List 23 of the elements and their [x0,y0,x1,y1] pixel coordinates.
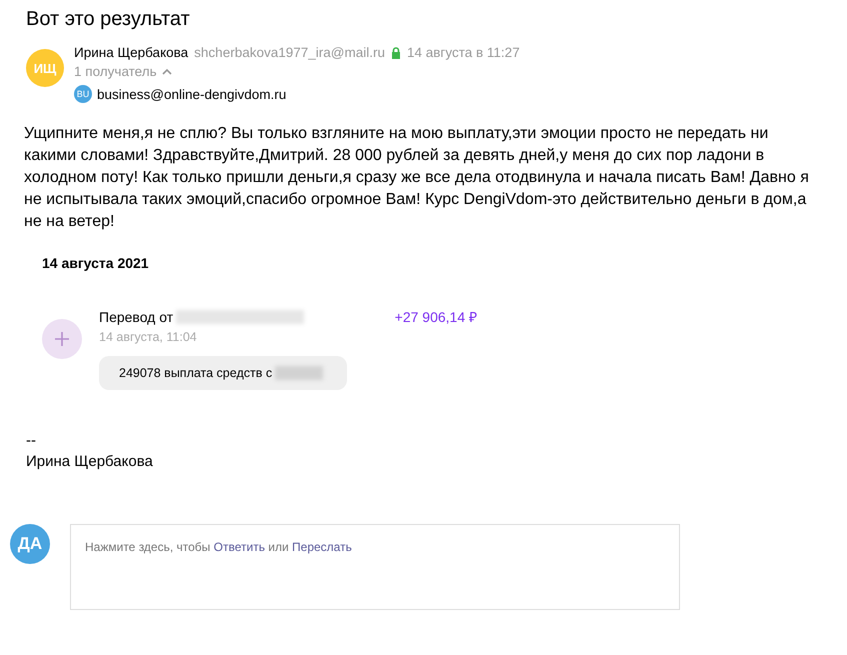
forward-link[interactable]: Переслать [292,540,352,554]
sender-email: shcherbakova1977_ira@mail.ru [194,45,385,60]
signature-dashes: -- [26,431,36,451]
email-subject: Вот это результат [26,8,190,31]
sender-name[interactable]: Ирина Щербакова [74,45,188,60]
message-text: 249078 выплата средств с [119,366,272,380]
reply-link[interactable]: Ответить [214,540,265,554]
redacted-mark [275,366,324,380]
transfer-time: 14 августа, 11:04 [99,330,197,344]
signature-name: Ирина Щербакова [26,452,153,472]
recipient-avatar: BU [74,85,92,103]
plus-icon [42,319,82,359]
email-body: Ущипните меня,я не сплю? Вы только взгляните на мою выплату,эти эмоции просто не передать ни какими словами! Здравствуйте,Дмитрий. 28 000 рублей за девять дней,у меня до сих пор ладони в холодном поту! Как только пришли деньги,я сразу же все дела отодвинула и начала писать Вам! Давно я не испытывала таких эмоций,спасибо огромное Вам! Курс DengiVdom-это действительно деньги в дом,а не на ветер! [24,124,810,232]
reply-hint: Нажмите здесь, чтобы Ответить или Переслать [85,540,352,554]
reply-field[interactable]: Нажмите здесь, чтобы Ответить или Переслать [70,524,680,610]
transfer-title: Перевод от [99,308,174,324]
recipient-email[interactable]: business@online-dengivdom.ru [97,86,286,102]
lock-icon [390,46,401,58]
email-date: 14 августа в 11:27 [406,45,520,60]
user-avatar: ДА [10,524,50,564]
sender-avatar: ИЩ [26,49,64,87]
transfer-amount: +27 906,14 ₽ [394,308,477,326]
date-heading: 14 августа 2021 [42,255,149,271]
